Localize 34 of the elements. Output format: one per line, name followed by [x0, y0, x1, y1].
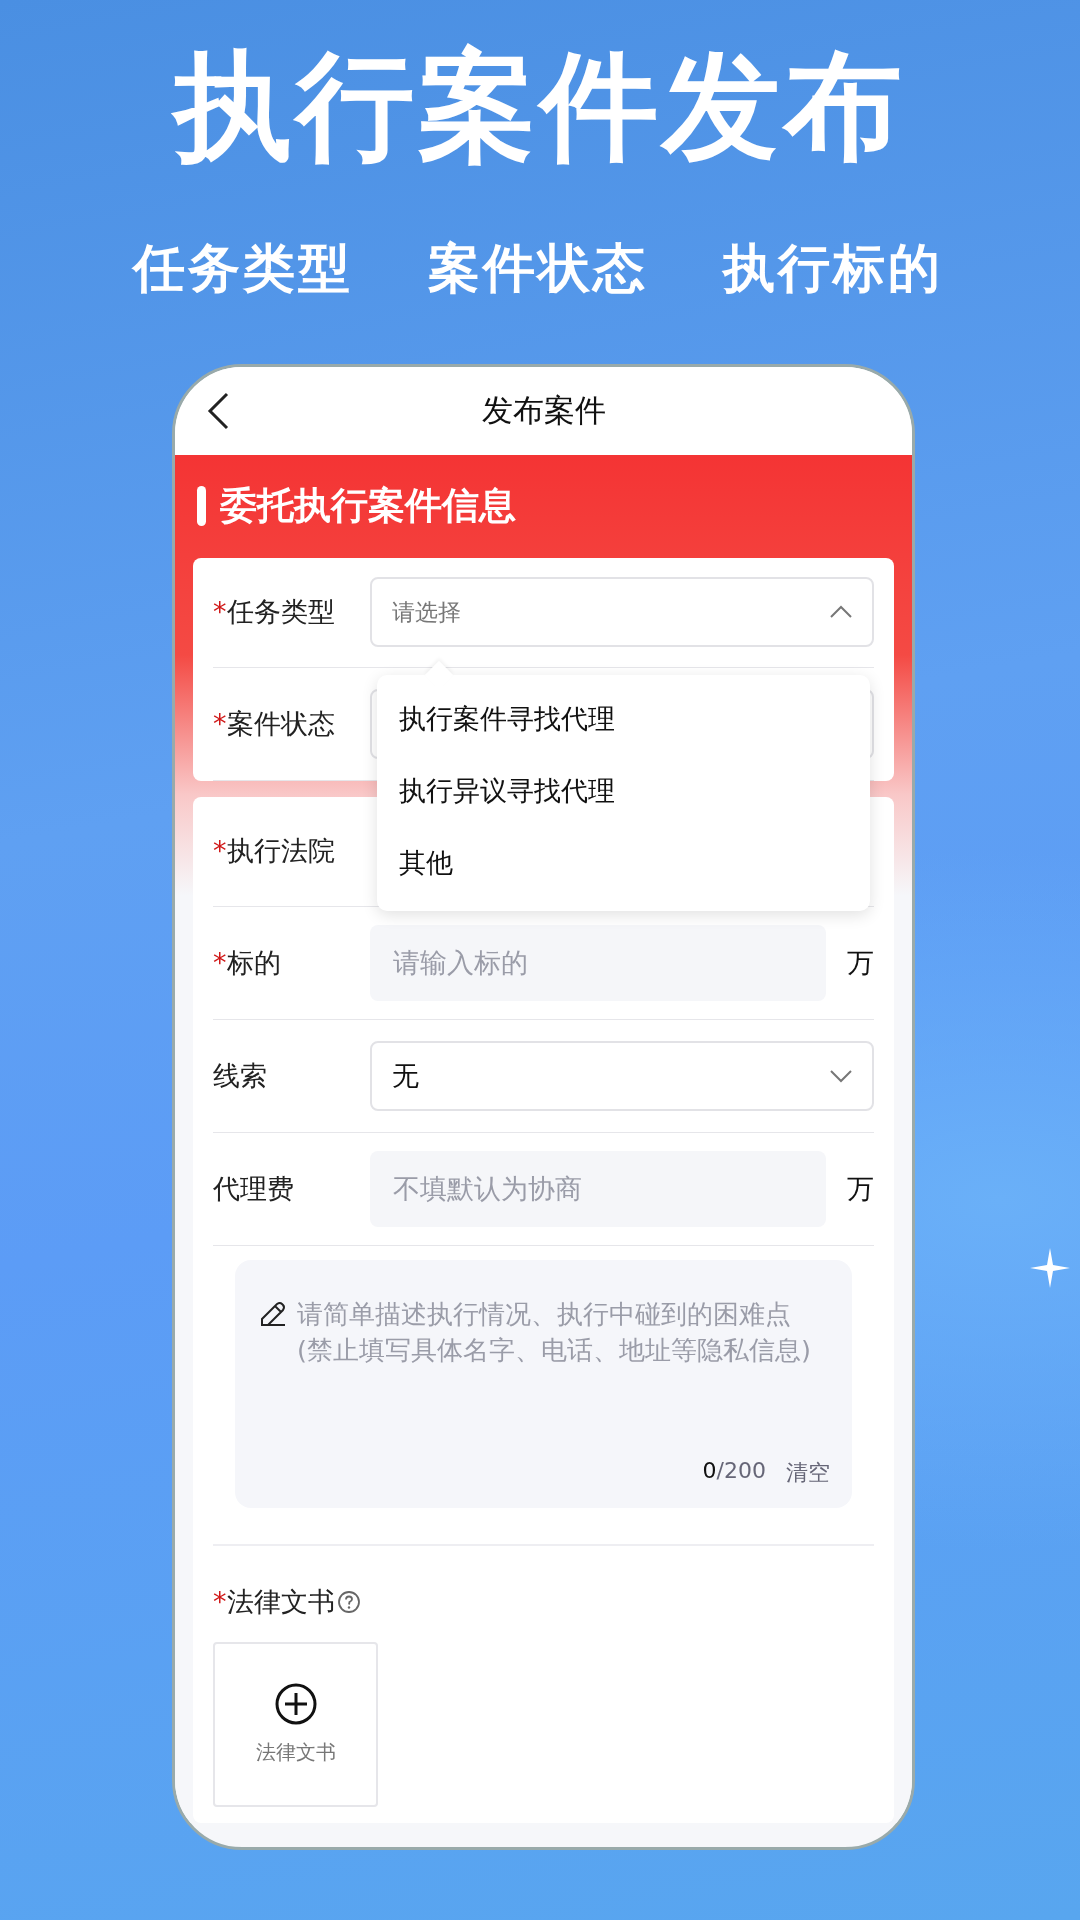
- menu-option[interactable]: 执行案件寻找代理: [377, 682, 870, 755]
- field-label: 代理费: [213, 1171, 295, 1206]
- field-label: 线索: [213, 1058, 268, 1093]
- sparkle-icon: [1030, 1248, 1070, 1288]
- nav-title: 发布案件: [481, 390, 606, 430]
- select-field[interactable]: 请选择: [370, 577, 874, 648]
- accent-bar: [197, 486, 206, 527]
- description-field[interactable]: 请简单描述执行情况、执行中碰到的困难点(禁止填写具体名字、电话、地址等隐私信息) 0/200 清空: [235, 1259, 852, 1508]
- char-counter: 0/200: [702, 1457, 766, 1485]
- menu-option[interactable]: 其他: [377, 826, 870, 899]
- field-label: *法律文书: [213, 1584, 335, 1619]
- field-label: *标的: [213, 945, 282, 980]
- tile-label: 法律文书: [255, 1738, 336, 1766]
- headline: 执行案件发布: [0, 0, 1080, 172]
- unit-label: 万: [847, 1171, 874, 1206]
- field-label: *执行法院: [213, 834, 336, 869]
- help-icon[interactable]: [336, 1589, 361, 1614]
- back-icon[interactable]: [205, 390, 231, 431]
- menu-option[interactable]: 执行异议寻找代理: [377, 754, 870, 827]
- section-title: 委托执行案件信息: [220, 483, 516, 530]
- unit-label: 万: [847, 945, 874, 980]
- upload-tile[interactable]: 法律文书: [213, 1641, 378, 1807]
- clear-link[interactable]: 清空: [786, 1457, 830, 1488]
- add-icon: [274, 1682, 317, 1725]
- chevron-up-icon: [830, 605, 852, 620]
- feature-label: 执行标的: [722, 236, 943, 300]
- placeholder-text: 请简单描述执行情况、执行中碰到的困难点(禁止填写具体名字、电话、地址等隐私信息): [297, 1297, 812, 1367]
- feature-label: 任务类型: [132, 236, 353, 300]
- chevron-down-icon: [830, 1068, 852, 1083]
- pencil-icon: [259, 1299, 287, 1328]
- field-label: *案件状态: [213, 706, 336, 741]
- field-label: *任务类型: [213, 595, 336, 630]
- select-field[interactable]: 无: [370, 1040, 874, 1111]
- feature-label: 案件状态: [427, 236, 648, 300]
